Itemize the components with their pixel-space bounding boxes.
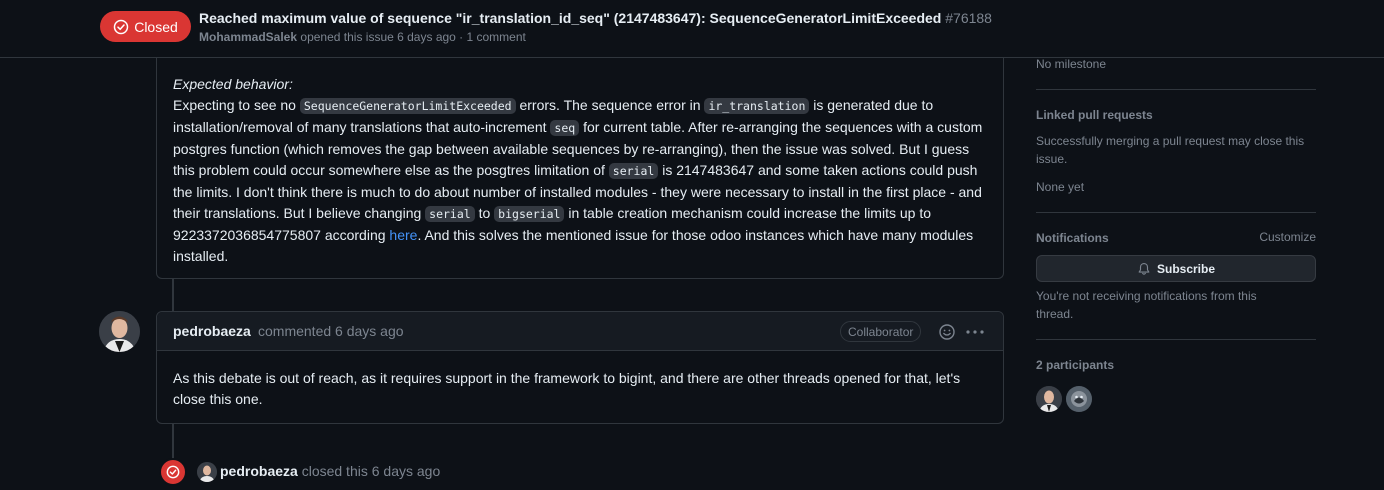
- avatar[interactable]: [197, 462, 217, 482]
- inline-code: ir_translation: [704, 98, 810, 114]
- inline-code: serial: [608, 163, 659, 179]
- closed-event-meta: closed this 6 days ago: [301, 463, 441, 479]
- comment: pedrobaeza commented 6 days ago Collabor…: [156, 311, 1004, 424]
- linked-pr-none: None yet: [1036, 180, 1085, 194]
- notifications-heading: Notifications: [1036, 231, 1109, 245]
- issue-title-text: Reached maximum value of sequence "ir_tr…: [199, 10, 942, 26]
- issue-meta: MohammadSalek opened this issue 6 days a…: [199, 30, 526, 44]
- inline-code: seq: [550, 120, 580, 136]
- issue-title: Reached maximum value of sequence "ir_tr…: [199, 10, 992, 26]
- sticky-header: Closed Reached maximum value of sequence…: [0, 0, 1384, 58]
- body-text-part: Expecting to see no: [173, 97, 300, 113]
- comment-timestamp[interactable]: commented 6 days ago: [258, 323, 404, 339]
- participant-avatar[interactable]: [1036, 386, 1062, 412]
- participants-heading: 2 participants: [1036, 358, 1115, 372]
- divider: [1036, 212, 1316, 213]
- closed-event-text: pedrobaeza closed this 6 days ago: [220, 463, 440, 479]
- inline-code: SequenceGeneratorLimitExceeded: [299, 98, 516, 114]
- expected-behavior-label: Expected behavior:: [173, 76, 293, 92]
- timeline-line: [172, 279, 174, 311]
- inline-code: bigserial: [494, 206, 565, 222]
- here-link[interactable]: here: [389, 227, 417, 243]
- subscribe-button[interactable]: Subscribe: [1036, 255, 1316, 282]
- bell-icon: [1138, 262, 1150, 275]
- inline-code: serial: [425, 206, 475, 222]
- body-text-part: to: [474, 205, 495, 221]
- closed-event-icon: [159, 458, 187, 486]
- state-badge-closed: Closed: [100, 11, 191, 42]
- participant-avatar[interactable]: [1066, 386, 1092, 412]
- notifications-description: You're not receiving notifications from …: [1036, 289, 1257, 321]
- comment-header: pedrobaeza commented 6 days ago Collabor…: [157, 312, 1003, 351]
- issue-number: #76188: [945, 10, 992, 26]
- avatar[interactable]: [99, 311, 140, 352]
- timeline-line: [172, 424, 174, 460]
- subscribe-label: Subscribe: [1156, 261, 1216, 276]
- closed-circle-icon: [113, 19, 129, 34]
- divider: [1036, 89, 1316, 90]
- comment-body: As this debate is out of reach, as it re…: [173, 370, 961, 407]
- body-text-part: errors. The sequence error in: [515, 97, 705, 113]
- issue-body-text: Expected behavior: Expecting to see no S…: [173, 74, 988, 267]
- issue-author-link[interactable]: MohammadSalek: [199, 30, 297, 44]
- divider: [1036, 339, 1316, 340]
- linked-pr-description: Successfully merging a pull request may …: [1036, 134, 1305, 166]
- linked-pr-heading[interactable]: Linked pull requests: [1036, 108, 1153, 122]
- issue-meta-text: opened this issue 6 days ago · 1 comment: [300, 30, 526, 44]
- issue-body-box: Expected behavior: Expecting to see no S…: [156, 40, 1004, 279]
- collaborator-badge: Collaborator: [840, 321, 922, 342]
- state-label: Closed: [134, 18, 178, 35]
- closed-by-author-link[interactable]: pedrobaeza: [220, 463, 298, 479]
- smiley-icon[interactable]: [938, 323, 956, 341]
- customize-link[interactable]: Customize: [1259, 230, 1316, 244]
- kebab-icon[interactable]: [964, 323, 986, 341]
- comment-author-link[interactable]: pedrobaeza: [173, 323, 251, 339]
- closed-circle-icon: [166, 465, 180, 479]
